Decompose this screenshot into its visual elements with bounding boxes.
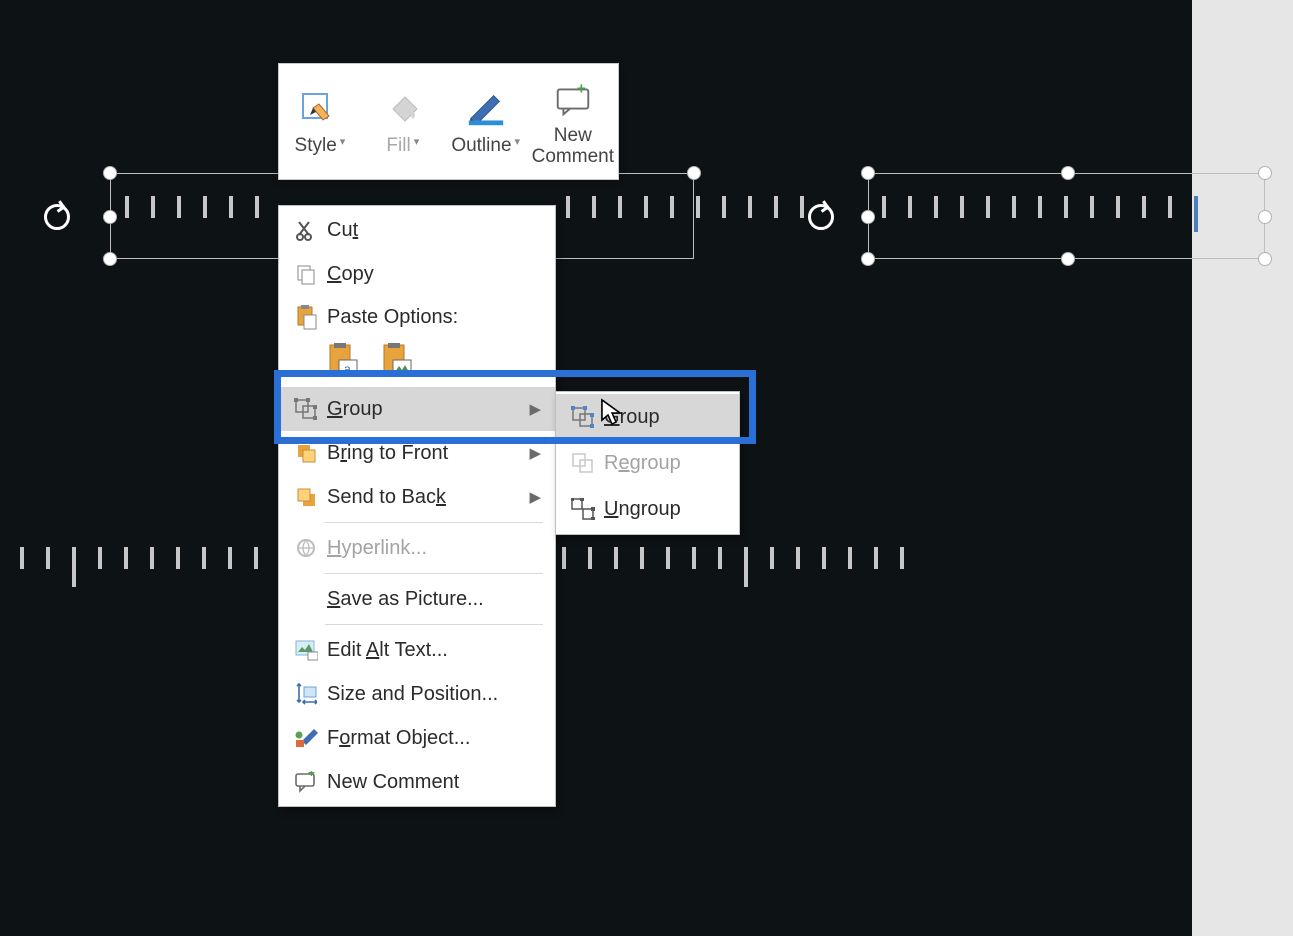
paste-option-picture[interactable]	[379, 341, 415, 379]
separator	[325, 573, 543, 574]
rotate-handle-left[interactable]	[44, 204, 70, 230]
format-object-icon	[289, 727, 323, 749]
fill-icon	[382, 88, 424, 130]
bring-to-front-icon	[289, 442, 323, 464]
mini-outline-label: Outline	[451, 135, 511, 156]
paste-options-row: a	[279, 338, 555, 387]
mini-outline-button[interactable]: Outline▾	[444, 64, 527, 179]
regroup-icon	[566, 452, 600, 474]
ruler-shape-1	[125, 196, 281, 218]
new-comment-icon: +	[289, 771, 323, 793]
submenu-arrow-icon: ▶	[529, 400, 541, 418]
group-submenu: Group Regroup Ungroup	[555, 391, 740, 535]
submenu-arrow-icon: ▶	[529, 444, 541, 462]
ctx-hyperlink: Hyperlink...	[279, 526, 555, 570]
ctx-copy[interactable]: Copy	[279, 252, 555, 296]
svg-text:+: +	[577, 81, 586, 97]
ctx-paste-options-label: Paste Options:	[279, 296, 555, 338]
ctx-edit-alt-text[interactable]: Edit Alt Text...	[279, 628, 555, 672]
style-icon	[299, 88, 341, 130]
mini-fill-label: Fill	[386, 135, 410, 156]
mini-style-label: Style	[295, 135, 337, 156]
ruler-shape-3	[20, 547, 280, 587]
ctx-bring-to-front[interactable]: Bring to Front ▶	[279, 431, 555, 475]
mini-style-button[interactable]: Style▾	[279, 64, 361, 179]
sub-group[interactable]: Group	[556, 394, 739, 440]
copy-icon	[289, 263, 323, 285]
mini-fill-button[interactable]: Fill▾	[361, 64, 444, 179]
sub-regroup: Regroup	[556, 440, 739, 486]
submenu-arrow-icon: ▶	[529, 488, 541, 506]
ctx-new-comment[interactable]: + New Comment	[279, 760, 555, 804]
ruler-shape-2	[882, 196, 1220, 232]
ctx-format-object[interactable]: Format Object...	[279, 716, 555, 760]
hyperlink-icon	[289, 537, 323, 559]
ruler-shape-3b	[562, 547, 926, 587]
mini-new-comment-button[interactable]: + New Comment	[527, 64, 618, 179]
context-menu: Cut Copy Paste Options: a Group ▶ Bring …	[278, 205, 556, 807]
outline-icon	[465, 88, 507, 130]
alt-text-icon	[289, 639, 323, 661]
ctx-save-as-picture[interactable]: Save as Picture...	[279, 577, 555, 621]
ctx-size-and-position[interactable]: Size and Position...	[279, 672, 555, 716]
size-position-icon	[289, 682, 323, 706]
separator	[325, 522, 543, 523]
ctx-send-to-back[interactable]: Send to Back ▶	[279, 475, 555, 519]
right-margin	[1192, 0, 1293, 936]
mini-new-comment-label: New Comment	[532, 126, 614, 168]
paste-option-keep-formatting[interactable]: a	[325, 341, 361, 379]
cut-icon	[289, 219, 323, 241]
ctx-group[interactable]: Group ▶	[279, 387, 555, 431]
new-comment-icon: +	[552, 78, 594, 120]
svg-text:a: a	[344, 362, 351, 376]
svg-text:+: +	[308, 771, 315, 780]
group-icon	[566, 406, 600, 428]
paste-icon	[289, 304, 323, 330]
ctx-cut[interactable]: Cut	[279, 208, 555, 252]
ruler-shape-1b	[566, 196, 826, 218]
sub-ungroup[interactable]: Ungroup	[556, 486, 739, 532]
ungroup-icon	[566, 498, 600, 520]
send-to-back-icon	[289, 486, 323, 508]
mini-toolbar: Style▾ Fill▾ Outline▾ + New Comment	[278, 63, 619, 180]
group-icon	[289, 398, 323, 420]
separator	[325, 624, 543, 625]
